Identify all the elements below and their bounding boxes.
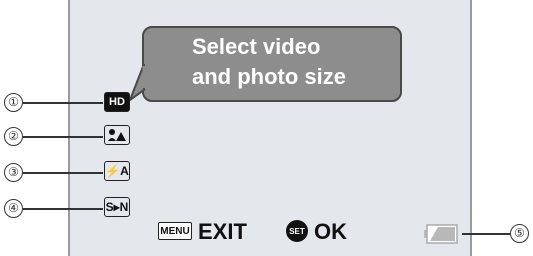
callout-leader-1 <box>23 102 103 104</box>
help-tooltip: Select video and photo size <box>142 26 402 102</box>
set-button-icon[interactable]: SET <box>286 220 308 242</box>
tooltip-pointer-icon <box>128 64 146 103</box>
flash-mode-label: ⚡A <box>105 164 129 178</box>
battery-icon <box>424 224 458 244</box>
tooltip-line-2: and photo size <box>192 64 346 89</box>
callout-leader-5 <box>462 233 510 235</box>
callout-3: ③ <box>4 163 23 182</box>
scene-select-icon[interactable] <box>104 125 130 145</box>
callout-4: ④ <box>4 199 23 218</box>
callout-2: ② <box>4 127 23 146</box>
s-to-n-icon[interactable]: S▸N <box>104 197 130 217</box>
video-photo-size-icon[interactable]: HD <box>104 92 130 112</box>
exit-label: EXIT <box>198 219 247 244</box>
callout-leader-3 <box>23 172 103 174</box>
menu-key-icon[interactable]: MENU <box>158 222 192 240</box>
callout-leader-4 <box>23 208 103 210</box>
s-to-n-label: S▸N <box>105 200 129 214</box>
ok-label: OK <box>314 219 347 244</box>
flash-mode-icon[interactable]: ⚡A <box>104 161 130 181</box>
portrait-landscape-icon <box>108 129 126 141</box>
tooltip-line-1: Select video <box>192 34 321 59</box>
set-key-label: SET <box>289 226 305 236</box>
callout-5: ⑤ <box>510 224 529 243</box>
callout-1: ① <box>4 93 23 112</box>
video-photo-size-label: HD <box>109 96 125 108</box>
menu-key-label: MENU <box>160 225 190 237</box>
callout-leader-2 <box>23 136 103 138</box>
